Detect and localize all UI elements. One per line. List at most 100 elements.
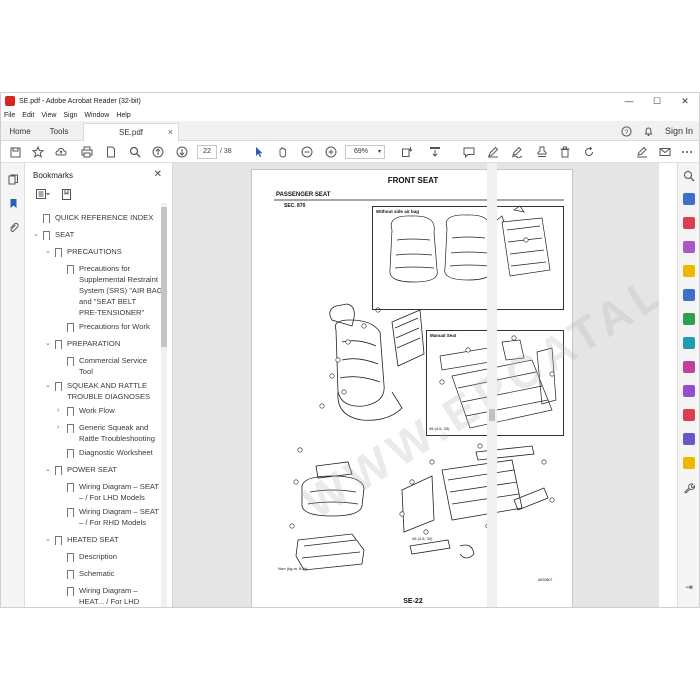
- compress-pdf-icon[interactable]: [683, 313, 695, 325]
- highlight-pen-icon[interactable]: [487, 146, 499, 158]
- help-icon[interactable]: ?: [621, 125, 633, 137]
- fit-page-icon[interactable]: [401, 146, 413, 158]
- chevron-right-icon[interactable]: ›: [57, 423, 65, 433]
- tab-home[interactable]: Home: [1, 121, 39, 141]
- bookmark-item[interactable]: Wiring Diagram – SEAT: [67, 507, 159, 517]
- bookmark-item[interactable]: Schematic: [67, 569, 114, 579]
- page-number-input[interactable]: 22: [197, 145, 217, 159]
- combine-files-icon[interactable]: [683, 289, 695, 301]
- fill-sign-tool-icon[interactable]: [683, 361, 695, 373]
- bookmark-item[interactable]: ⌄ PRECAUTIONS: [45, 247, 122, 257]
- more-tools-wrench-icon[interactable]: [683, 481, 696, 494]
- scan-ocr-icon[interactable]: [683, 337, 695, 349]
- bookmark-item[interactable]: System (SRS) "AIR BAG": [79, 286, 165, 296]
- bookmark-item[interactable]: ⌄ PREPARATION: [45, 339, 120, 349]
- bookmark-item[interactable]: ⌄ SQUEAK AND RATTLE: [45, 381, 147, 391]
- previous-page-icon[interactable]: [152, 146, 164, 158]
- bookmark-item[interactable]: Supplemental Restraint: [79, 275, 158, 285]
- bookmark-item[interactable]: TROUBLE DIAGNOSES: [67, 392, 150, 402]
- attachments-icon[interactable]: [7, 221, 19, 233]
- bookmark-item[interactable]: ⌄ SEAT: [33, 230, 74, 240]
- bookmarks-scrollbar[interactable]: [161, 203, 167, 607]
- bookmark-item[interactable]: ⌄ POWER SEAT: [45, 465, 117, 475]
- chevron-down-icon[interactable]: ⌄: [45, 381, 53, 391]
- request-signature-icon[interactable]: [683, 433, 695, 445]
- menu-help[interactable]: Help: [116, 112, 130, 119]
- chevron-down-icon[interactable]: ⌄: [45, 247, 53, 257]
- next-page-icon[interactable]: [176, 146, 188, 158]
- tab-document[interactable]: SE.pdf ×: [83, 123, 179, 141]
- export-pdf-icon[interactable]: [683, 193, 695, 205]
- find-icon[interactable]: [129, 146, 141, 158]
- menu-sign[interactable]: Sign: [63, 112, 77, 119]
- menu-view[interactable]: View: [41, 112, 56, 119]
- edit-pdf-icon[interactable]: [683, 385, 695, 397]
- delete-icon[interactable]: [559, 146, 571, 158]
- zoom-level-dropdown[interactable]: 69% ▾: [345, 145, 385, 159]
- chevron-down-icon[interactable]: ⌄: [33, 230, 41, 240]
- new-bookmark-icon[interactable]: [57, 187, 77, 201]
- bookmark-item[interactable]: Wiring Diagram –: [67, 586, 138, 596]
- maximize-button[interactable]: ☐: [643, 93, 671, 109]
- fill-sign-icon[interactable]: [636, 146, 648, 158]
- bookmark-item[interactable]: – / For RHD Models: [79, 518, 146, 528]
- chevron-down-icon[interactable]: ⌄: [45, 339, 53, 349]
- zoom-in-icon[interactable]: [325, 146, 337, 158]
- bookmark-item[interactable]: PRE-TENSIONER": [79, 308, 144, 318]
- bookmark-item[interactable]: Wiring Diagram – SEAT: [67, 482, 159, 492]
- notification-bell-icon[interactable]: [643, 125, 655, 137]
- comment-icon[interactable]: [463, 146, 475, 158]
- print-icon[interactable]: [81, 146, 93, 158]
- menu-window[interactable]: Window: [84, 112, 109, 119]
- minimize-button[interactable]: —: [615, 93, 643, 109]
- sign-in-button[interactable]: Sign In: [665, 126, 693, 136]
- rotate-icon[interactable]: [583, 146, 595, 158]
- create-pdf-icon[interactable]: [683, 217, 695, 229]
- document-view[interactable]: FRONT SEAT PASSENGER SEAT SEC. 870 Witho…: [173, 163, 659, 607]
- bookmark-item[interactable]: Rattle Troubleshooting: [79, 434, 155, 444]
- scroll-mode-icon[interactable]: [429, 146, 441, 158]
- draw-icon[interactable]: [511, 146, 523, 158]
- bookmark-item[interactable]: QUICK REFERENCE INDEX: [43, 213, 153, 223]
- bookmark-item[interactable]: HEAT... / For LHD: [79, 597, 139, 607]
- chevron-right-icon[interactable]: ›: [57, 406, 65, 416]
- close-button[interactable]: ✕: [671, 93, 699, 109]
- search-tools-icon[interactable]: [683, 169, 695, 182]
- chevron-down-icon[interactable]: ⌄: [45, 535, 53, 545]
- bookmark-item[interactable]: › Work Flow: [57, 406, 115, 416]
- save-icon[interactable]: [9, 146, 21, 158]
- bookmark-item[interactable]: Diagnostic Worksheet: [67, 448, 153, 458]
- page-thumbnails-icon[interactable]: [7, 173, 19, 185]
- bookmarks-panel-icon[interactable]: [7, 197, 19, 209]
- bookmark-item[interactable]: Description: [67, 552, 117, 562]
- bookmark-item[interactable]: Precautions for Work: [67, 322, 150, 332]
- bookmark-item[interactable]: ⌄ HEATED SEAT: [45, 535, 119, 545]
- prepare-form-icon[interactable]: [683, 457, 695, 469]
- hand-tool-icon[interactable]: [277, 146, 289, 158]
- bookmark-item[interactable]: – / For LHD Models: [79, 493, 145, 503]
- protect-icon[interactable]: [683, 409, 695, 421]
- bookmark-options-icon[interactable]: [33, 187, 53, 201]
- collapse-pane-icon[interactable]: ⇥: [683, 581, 695, 593]
- close-panel-icon[interactable]: ✕: [154, 169, 162, 180]
- page-icon[interactable]: [105, 146, 117, 158]
- bookmarks-scrollbar-thumb[interactable]: [161, 207, 167, 347]
- bookmark-item[interactable]: › Generic Squeak and: [57, 423, 148, 433]
- bookmark-item[interactable]: Precautions for: [67, 264, 130, 274]
- select-cursor-icon[interactable]: [253, 146, 265, 158]
- more-tools-icon[interactable]: [681, 146, 693, 158]
- star-icon[interactable]: [32, 146, 44, 158]
- zoom-out-icon[interactable]: [301, 146, 313, 158]
- bookmark-item[interactable]: Commercial Service: [67, 356, 147, 366]
- menu-edit[interactable]: Edit: [22, 112, 34, 119]
- document-scrollbar[interactable]: [487, 163, 497, 607]
- stamp-icon[interactable]: [536, 146, 548, 158]
- organize-pages-icon[interactable]: [683, 241, 695, 253]
- comment-tool-icon[interactable]: [683, 265, 695, 277]
- bookmark-item[interactable]: and "SEAT BELT: [79, 297, 136, 307]
- tab-tools[interactable]: Tools: [41, 121, 77, 141]
- tab-close-icon[interactable]: ×: [168, 127, 173, 137]
- bookmark-item[interactable]: Tool: [79, 367, 93, 377]
- cloud-upload-icon[interactable]: [55, 146, 67, 158]
- menu-file[interactable]: File: [4, 112, 15, 119]
